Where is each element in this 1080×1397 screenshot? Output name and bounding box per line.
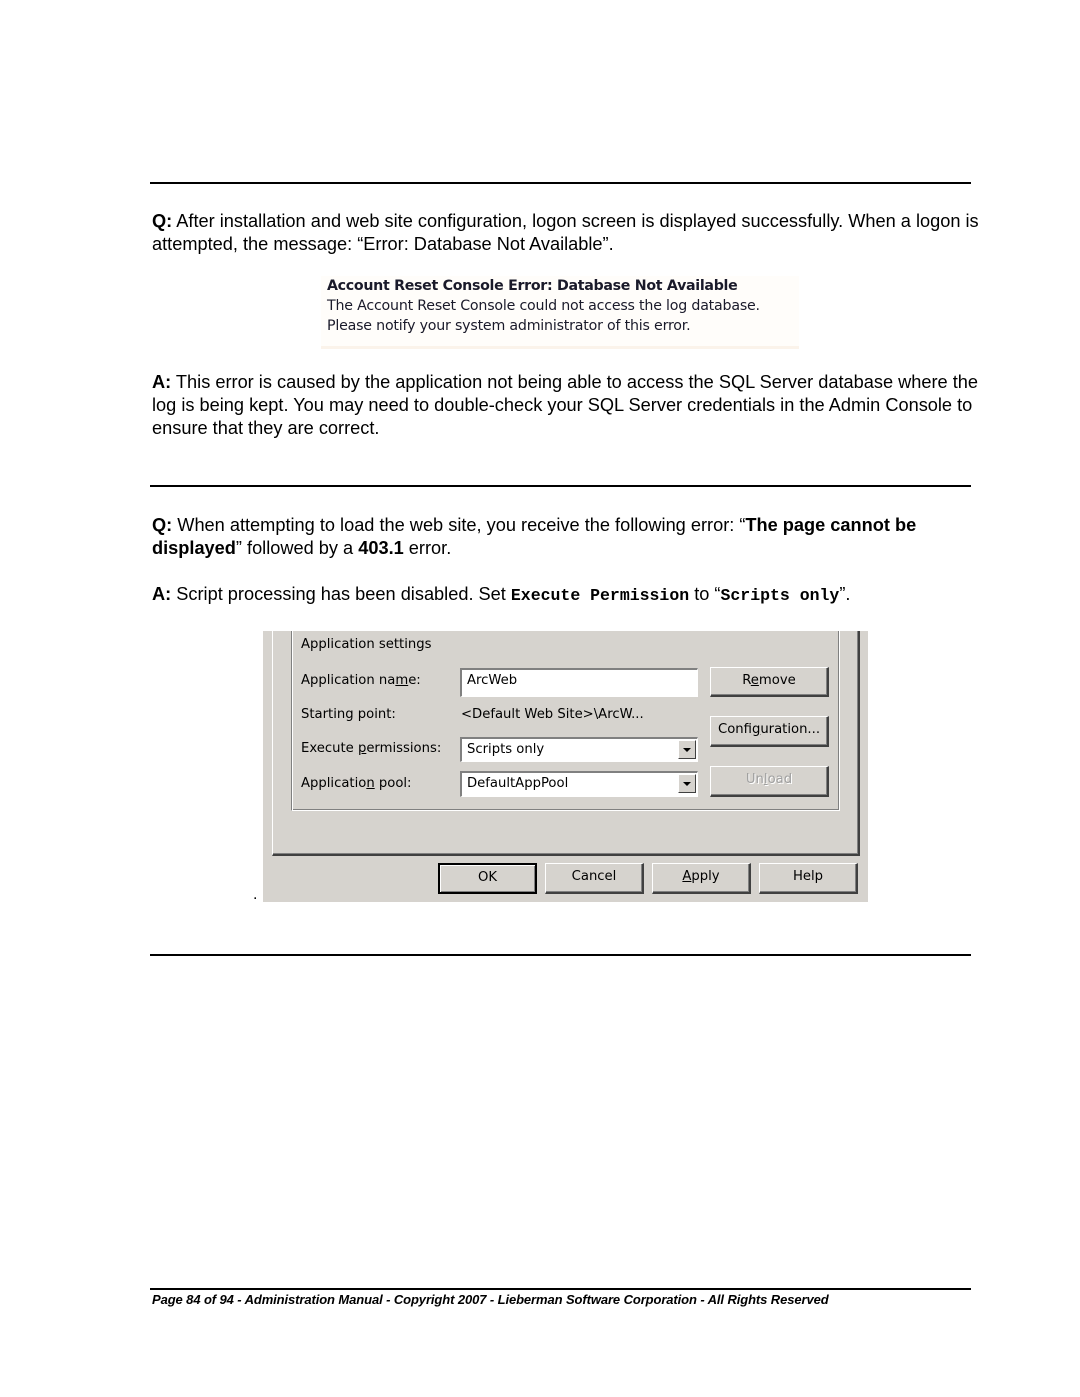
faq2-question: Q: When attempting to load the web site,… (152, 514, 992, 560)
group-title: Application settings (301, 637, 432, 652)
answer-prefix: A: (152, 584, 172, 604)
faq2-answer: A: Script processing has been disabled. … (152, 583, 992, 607)
app-pool-select[interactable]: DefaultAppPool (460, 771, 698, 797)
unload-button[interactable]: Unload (710, 766, 829, 797)
answer-text: Script processing has been disabled. Set (171, 584, 511, 604)
configuration-button[interactable]: Configuration... (710, 716, 829, 747)
help-button[interactable]: Help (759, 863, 858, 894)
faq1-question: Q: After installation and web site confi… (152, 210, 982, 256)
starting-point-value: <Default Web Site>\ArcW... (461, 707, 644, 722)
answer-text: to “ (689, 584, 721, 604)
app-name-value: ArcWeb (467, 673, 518, 688)
app-pool-value: DefaultAppPool (467, 776, 569, 791)
starting-point-label: Starting point: (301, 707, 396, 722)
answer-prefix: A: (152, 372, 172, 392)
cancel-button[interactable]: Cancel (545, 863, 644, 894)
page-footer: Page 84 of 94 - Administration Manual - … (152, 1292, 829, 1307)
answer-text: ”. (839, 584, 851, 604)
error-line-1: The Account Reset Console could not acce… (327, 298, 760, 314)
divider-middle (150, 485, 971, 487)
app-pool-label: Application pool: (301, 776, 412, 791)
error-message-image: Account Reset Console Error: Database No… (321, 276, 799, 349)
error-code: 403.1 (358, 538, 404, 558)
error-title: Account Reset Console Error: Database No… (327, 278, 738, 294)
footer-rule (150, 1288, 971, 1290)
ok-button[interactable]: OK (438, 863, 537, 894)
app-name-input[interactable]: ArcWeb (460, 668, 698, 697)
app-name-label: Application name: (301, 673, 421, 688)
question-text: When attempting to load the web site, yo… (172, 515, 746, 535)
dropdown-arrow-icon[interactable] (678, 740, 696, 759)
setting-value: Scripts only (720, 586, 840, 605)
divider-top (150, 182, 971, 184)
answer-text: This error is caused by the application … (152, 372, 978, 438)
execute-permissions-value: Scripts only (467, 742, 545, 757)
question-prefix: Q: (152, 515, 173, 535)
dropdown-arrow-icon[interactable] (678, 774, 696, 793)
execute-permissions-select[interactable]: Scripts only (460, 737, 698, 762)
remove-button[interactable]: Remove (710, 667, 829, 697)
stray-period: . (253, 886, 258, 903)
setting-name: Execute Permission (510, 586, 690, 605)
apply-button[interactable]: Apply (652, 863, 751, 894)
error-line-2: Please notify your system administrator … (327, 318, 691, 334)
execute-permissions-label: Execute permissions: (301, 741, 442, 756)
faq1-answer: A: This error is caused by the applicati… (152, 371, 982, 440)
question-text: After installation and web site configur… (152, 211, 979, 254)
iis-properties-dialog-screenshot: Application settings Application name: A… (263, 631, 868, 902)
question-text: error. (403, 538, 452, 558)
divider-bottom (150, 954, 971, 956)
question-text: ” followed by a (235, 538, 359, 558)
question-prefix: Q: (152, 211, 173, 231)
